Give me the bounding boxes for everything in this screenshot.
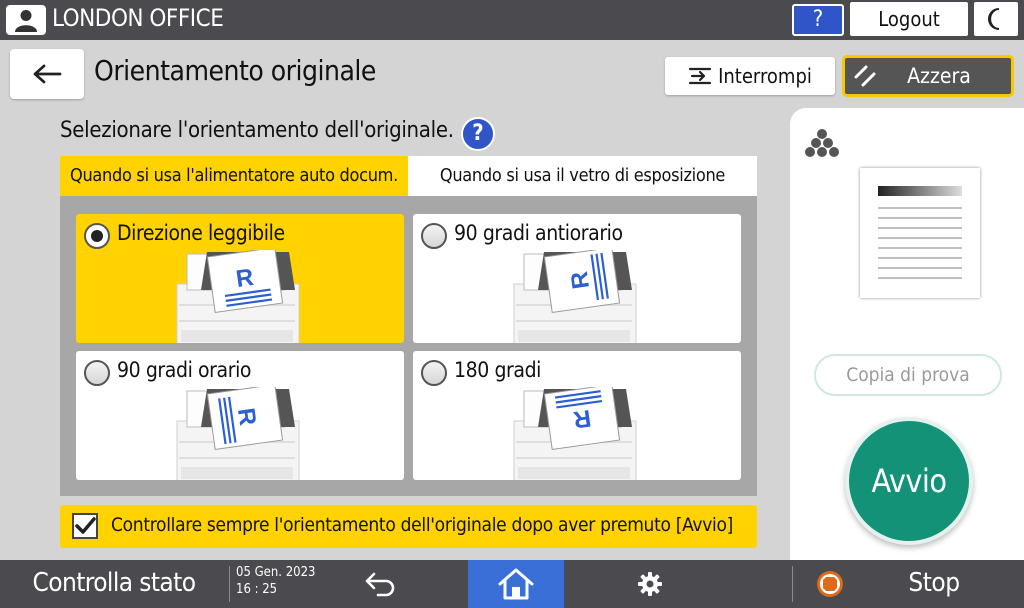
copier-adf-illustration: R [512,246,640,343]
copier-adf-illustration: R [175,246,303,343]
undo-back-button[interactable] [356,564,406,604]
start-button[interactable]: Avvio [845,417,973,545]
option-label: Direzione leggibile [117,221,285,245]
date-text: 05 Gen. 2023 [236,565,316,580]
date-time: 05 Gen. 2023 16 : 25 [236,564,315,598]
back-button[interactable] [10,49,84,99]
radio-90-clockwise[interactable] [84,360,110,386]
help-button[interactable]: ? [792,4,844,36]
top-bar: LONDON OFFICE ? Logout [0,0,1024,40]
copier-adf-illustration: R [512,383,640,480]
stop-icon [817,571,843,597]
option-90-counterclockwise[interactable]: 90 gradi antiorario R [413,214,741,343]
option-label: 90 gradi antiorario [454,221,623,245]
home-icon [498,568,534,600]
orientation-options-panel: Direzione leggibile R 90 gradi antiorari… [60,196,757,496]
page-title: Orientamento originale [94,54,376,87]
right-panel: Copia di prova Avvio [790,108,1024,560]
stop-label: Stop [908,568,960,598]
interrupt-button[interactable]: Interrompi [665,57,835,95]
radio-180-degrees[interactable] [421,360,447,386]
energy-saver-moon-icon[interactable] [974,2,1018,36]
always-check-label: Controllare sempre l'orientamento dell'o… [111,514,734,536]
option-readable-direction[interactable]: Direzione leggibile R [76,214,404,343]
logout-button[interactable]: Logout [850,2,968,36]
radio-readable-direction[interactable] [84,223,110,249]
gear-icon [638,572,662,596]
tab-document-feeder[interactable]: Quando si usa l'alimentatore auto docum. [60,156,408,196]
reset-button[interactable]: Azzera [842,55,1014,97]
option-label: 90 gradi orario [117,358,252,382]
reset-slash-icon [845,64,885,88]
copier-adf-illustration: R [175,383,303,480]
divider [229,566,230,602]
reset-label: Azzera [907,64,971,88]
check-status-button[interactable]: Controlla stato [0,560,228,608]
home-button[interactable] [468,560,564,608]
arrow-left-icon [33,64,62,84]
checkmark-icon [75,517,96,534]
option-90-clockwise[interactable]: 90 gradi orario R [76,351,404,480]
time-text: 16 : 25 [236,582,278,597]
radio-90-counterclockwise[interactable] [421,223,447,249]
office-name: LONDON OFFICE [52,4,224,32]
interrupt-icon [688,67,712,85]
bottom-bar: Controlla stato 05 Gen. 2023 16 : 25 Sto… [0,560,1024,608]
instruction-help-button[interactable]: ? [461,117,495,151]
interrupt-label: Interrompi [718,64,812,88]
user-icon[interactable] [6,5,46,35]
stop-button[interactable]: Stop [792,560,1024,608]
color-mode-dots-icon [804,128,840,162]
return-arrow-icon [365,572,395,597]
sample-copy-button[interactable]: Copia di prova [814,354,1002,396]
option-180-degrees[interactable]: 180 gradi R [413,351,741,480]
instruction-text: Selezionare l'orientamento dell'original… [60,118,454,143]
always-check-checkbox[interactable] [72,513,98,539]
document-preview [860,168,980,298]
option-label: 180 gradi [454,358,542,382]
settings-button[interactable] [628,564,672,604]
tab-exposure-glass[interactable]: Quando si usa il vetro di esposizione [408,156,757,196]
always-check-orientation[interactable]: Controllare sempre l'orientamento dell'o… [60,505,757,548]
